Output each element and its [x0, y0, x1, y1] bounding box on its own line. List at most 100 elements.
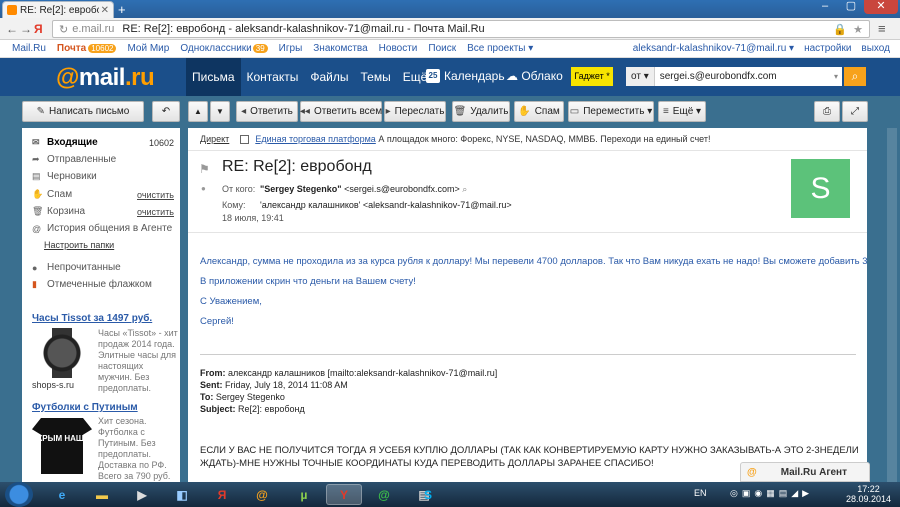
quoted-subject: Subject: Re[2]: евробонд: [200, 404, 305, 414]
portal-link-mail[interactable]: Почта 10602: [57, 43, 117, 54]
cloud-link[interactable]: ☁ Облако: [506, 69, 563, 83]
app-taskbar-icon[interactable]: ◧: [164, 484, 200, 505]
filter-unread[interactable]: ● Непрочитанные: [22, 259, 180, 276]
mail-search[interactable]: от ▾ sergei.s@eurobondfx.com ▾: [626, 67, 842, 86]
spam-clear-link[interactable]: очистить: [137, 190, 174, 200]
watch-ad-image[interactable]: [32, 328, 92, 378]
ie-taskbar-icon[interactable]: e: [44, 484, 80, 505]
portal-link-all-projects[interactable]: Все проекты ▾: [467, 43, 533, 54]
logo-mail: mail: [78, 64, 126, 91]
skype-taskbar-icon[interactable]: S: [410, 484, 446, 505]
portal-ok-label: Одноклассники: [180, 43, 252, 54]
url-field[interactable]: ↻ e.mail.ru RE: Re[2]: евробонд - aleksa…: [52, 20, 870, 38]
direct-link[interactable]: Единая торговая платформа: [255, 134, 375, 144]
logout-link[interactable]: выход: [861, 43, 890, 54]
spam-button[interactable]: ✋ Спам: [514, 101, 564, 122]
sender-search-icon[interactable]: ⌕: [462, 184, 467, 194]
nav-contacts[interactable]: Контакты: [241, 58, 305, 96]
folder-spam[interactable]: ✋ Спам очистить: [22, 186, 180, 203]
yandex-browser-taskbar-icon[interactable]: Y: [326, 484, 362, 505]
search-dropdown-icon[interactable]: ▾: [834, 72, 842, 81]
user-account-link[interactable]: aleksandr-kalashnikov-71@mail.ru ▾: [633, 43, 794, 54]
yandex-taskbar-icon[interactable]: Я: [204, 484, 240, 505]
folder-trash[interactable]: 🗑 Корзина очистить: [22, 203, 180, 220]
next-message-button[interactable]: ▼: [210, 101, 230, 122]
media-taskbar-icon[interactable]: ▶: [124, 484, 160, 505]
portal-link-games[interactable]: Игры: [279, 43, 303, 54]
portal-link-ok[interactable]: Одноклассники 39: [180, 43, 268, 54]
mail-header: @mail.ru Письма Контакты Файлы Темы Ещё …: [0, 58, 900, 96]
reply-all-button[interactable]: ◂◂ Ответить всем: [300, 101, 382, 122]
reload-icon[interactable]: ↻: [59, 23, 68, 36]
bookmark-star-icon[interactable]: ★: [853, 23, 863, 36]
system-clock[interactable]: 17:22 28.09.2014: [846, 484, 891, 504]
browser-tab[interactable]: RE: Re[2]: евробонд - ✕: [2, 1, 114, 18]
more-button[interactable]: ≡ Ещё ▾: [658, 101, 706, 122]
reply-all-label: Ответить всем: [313, 106, 383, 117]
nav-themes[interactable]: Темы: [355, 58, 397, 96]
forward-arrow-icon[interactable]: →: [20, 22, 32, 36]
shirt-ad-image[interactable]: КРЫМ НАШ!: [32, 418, 92, 474]
folder-inbox[interactable]: ✉ Входящие 10602: [22, 134, 180, 151]
tray-icons[interactable]: ◎▣◉▦▤◢▶: [730, 488, 813, 499]
flag-message-icon[interactable]: ⚑: [199, 162, 210, 176]
browser-tabstrip: RE: Re[2]: евробонд - ✕ + – ▢ ✕: [0, 0, 900, 18]
portal-link-search[interactable]: Поиск: [428, 43, 456, 54]
nav-letters[interactable]: Письма: [186, 58, 241, 96]
ad-domain-tissot[interactable]: shops-s.ru: [32, 380, 74, 390]
reply-button[interactable]: ◂ Ответить: [236, 101, 298, 122]
delete-label: Удалить: [470, 106, 509, 117]
quoted-from-value: александр калашников [mailto:aleksandr-k…: [228, 368, 498, 378]
mailru-logo[interactable]: @mail.ru: [56, 64, 155, 92]
settings-link[interactable]: настройки: [804, 43, 851, 54]
new-tab-icon[interactable]: +: [118, 2, 126, 17]
folder-sent-label: Отправленные: [47, 154, 117, 165]
mailru-agent-bar[interactable]: @ Mail.Ru Агент: [740, 462, 870, 482]
folder-drafts[interactable]: ▤ Черновики: [22, 168, 180, 185]
trash-clear-link[interactable]: очистить: [137, 207, 174, 217]
search-input[interactable]: sergei.s@eurobondfx.com: [655, 71, 834, 82]
explorer-taskbar-icon[interactable]: ▬: [84, 484, 120, 505]
search-scope-select[interactable]: от ▾: [626, 67, 655, 86]
ad-title-shirts[interactable]: Футболки с Путиным: [32, 402, 138, 413]
ad-title-tissot[interactable]: Часы Tissot за 1497 руб.: [32, 313, 152, 324]
search-button[interactable]: ⌕: [844, 67, 866, 86]
arrow-down-icon: ▼: [216, 107, 224, 116]
folder-sent[interactable]: ➦ Отправленные: [22, 151, 180, 168]
portal-link-dating[interactable]: Знакомства: [313, 43, 367, 54]
folder-agent-history[interactable]: @ История общения в Агенте: [22, 220, 180, 237]
start-button[interactable]: [5, 482, 33, 507]
portal-link-news[interactable]: Новости: [379, 43, 418, 54]
tab-close-icon[interactable]: ✕: [101, 5, 109, 16]
expand-button[interactable]: ⤢: [842, 101, 868, 122]
window-close-icon[interactable]: ✕: [864, 0, 898, 14]
prev-message-button[interactable]: ▲: [188, 101, 208, 122]
direct-label[interactable]: Директ: [200, 134, 229, 144]
compose-button[interactable]: ✎ Написать письмо: [22, 101, 144, 122]
print-button[interactable]: ⎙: [814, 101, 840, 122]
minimize-icon[interactable]: –: [812, 0, 838, 14]
move-button[interactable]: ▭ Переместить ▾: [568, 101, 654, 122]
back-arrow-icon[interactable]: ←: [6, 22, 18, 36]
undo-button[interactable]: ↶: [152, 101, 180, 122]
browser-menu-icon[interactable]: ≡: [878, 21, 886, 36]
calendar-link[interactable]: 25 Календарь: [426, 69, 505, 83]
mailru-agent-taskbar-icon[interactable]: @: [244, 484, 280, 505]
dot-icon: ●: [32, 262, 38, 273]
delete-button[interactable]: 🗑 Удалить: [452, 101, 510, 122]
page-scrollbar[interactable]: [887, 128, 897, 482]
nav-files[interactable]: Файлы: [304, 58, 354, 96]
gadget-button[interactable]: Гаджет *: [571, 67, 613, 86]
filter-flagged[interactable]: ▮ Отмеченные флажком: [22, 276, 180, 293]
portal-link-myworld[interactable]: Мой Мир: [127, 43, 169, 54]
portal-link-mailru[interactable]: Mail.Ru: [12, 43, 46, 54]
forward-button[interactable]: ▸ Переслать: [384, 101, 446, 122]
portal-user-area: aleksandr-kalashnikov-71@mail.ru ▾ настр…: [633, 43, 900, 54]
language-indicator[interactable]: EN: [694, 488, 707, 498]
read-status-icon[interactable]: ●: [201, 184, 206, 193]
from-value[interactable]: "Sergey Stegenko" <sergei.s@eurobondfx.c…: [260, 184, 467, 195]
icq-taskbar-icon[interactable]: @: [366, 484, 402, 505]
configure-folders-link[interactable]: Настроить папки: [44, 240, 114, 250]
maximize-icon[interactable]: ▢: [838, 0, 864, 14]
utorrent-taskbar-icon[interactable]: µ: [286, 484, 322, 505]
